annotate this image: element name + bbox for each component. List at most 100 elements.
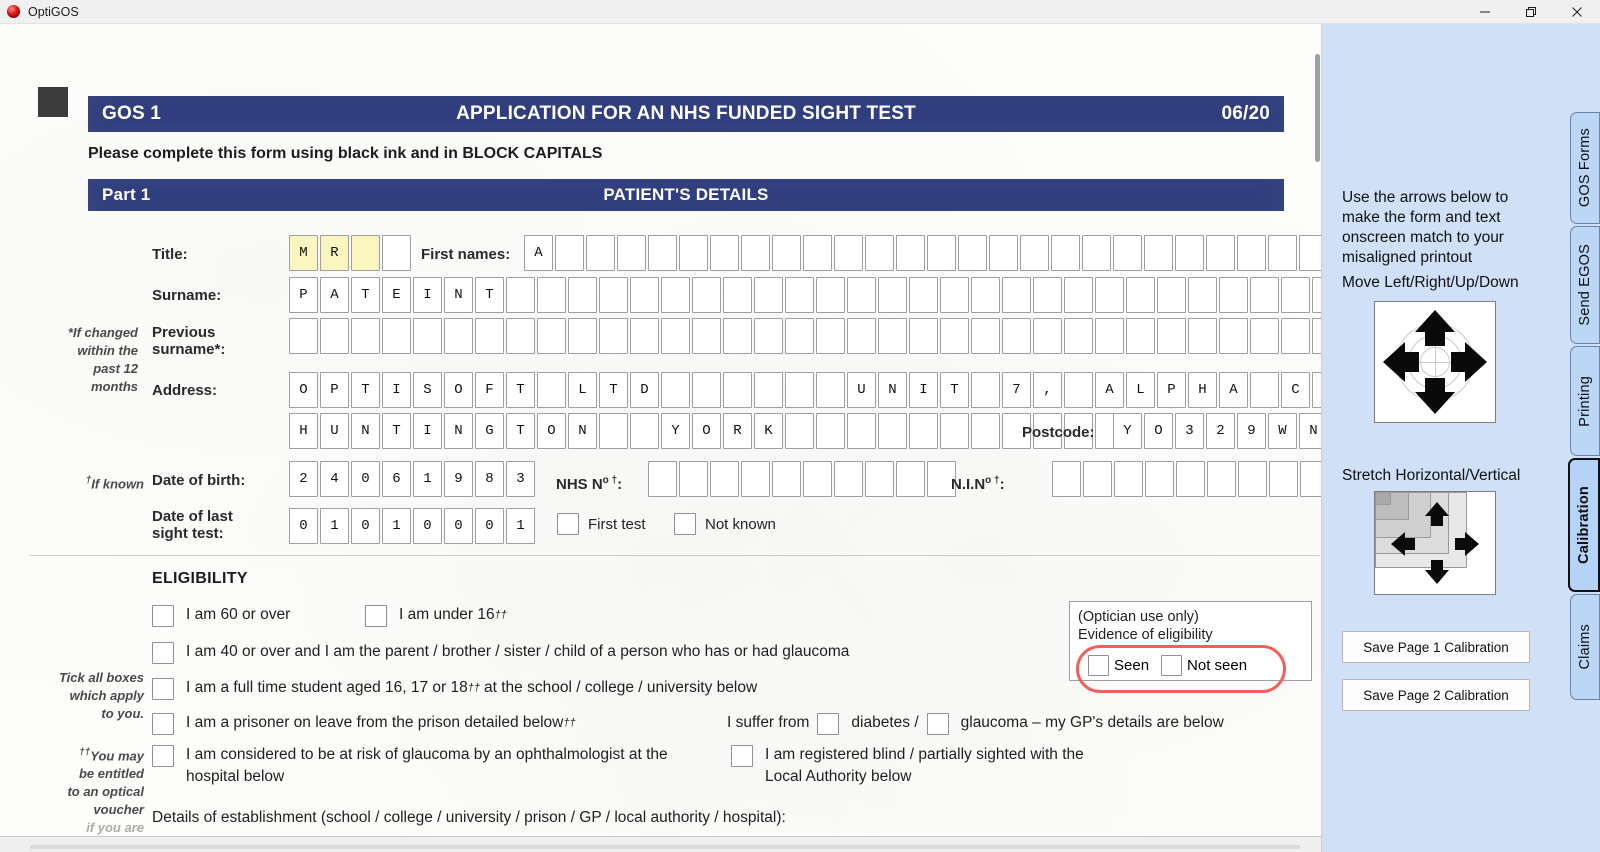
character-cell[interactable]: [1250, 372, 1279, 408]
character-cell[interactable]: [1095, 318, 1124, 354]
eligibility-checkbox-icon[interactable]: [152, 713, 174, 735]
checkbox-first-test[interactable]: First test: [557, 513, 646, 535]
character-cell[interactable]: [661, 372, 690, 408]
registered-blind-checkbox-icon[interactable]: [731, 745, 753, 767]
tab-send-egos[interactable]: Send EGOS: [1570, 226, 1600, 344]
character-cell[interactable]: [1095, 277, 1124, 313]
character-cell[interactable]: Y: [661, 413, 690, 449]
field-first-names[interactable]: A: [524, 235, 1321, 271]
glaucoma-checkbox-icon[interactable]: [926, 713, 949, 735]
character-cell[interactable]: 0: [351, 508, 380, 544]
character-cell[interactable]: 8: [475, 461, 504, 497]
character-cell[interactable]: [971, 318, 1000, 354]
character-cell[interactable]: T: [506, 372, 535, 408]
character-cell[interactable]: 0: [351, 461, 380, 497]
character-cell[interactable]: [958, 235, 987, 271]
character-cell[interactable]: 0: [444, 508, 473, 544]
field-date-of-birth[interactable]: 24061983: [289, 461, 537, 497]
character-cell[interactable]: [927, 235, 956, 271]
character-cell[interactable]: [989, 235, 1018, 271]
character-cell[interactable]: [599, 277, 628, 313]
character-cell[interactable]: N: [878, 372, 907, 408]
character-cell[interactable]: [1144, 235, 1173, 271]
character-cell[interactable]: [1051, 235, 1080, 271]
character-cell[interactable]: C: [1281, 372, 1310, 408]
character-cell[interactable]: 0: [475, 508, 504, 544]
character-cell[interactable]: [475, 318, 504, 354]
character-cell[interactable]: A: [1095, 372, 1124, 408]
character-cell[interactable]: [555, 235, 584, 271]
character-cell[interactable]: [586, 235, 615, 271]
character-cell[interactable]: [785, 277, 814, 313]
character-cell[interactable]: [754, 277, 783, 313]
character-cell[interactable]: 7: [1002, 372, 1031, 408]
character-cell[interactable]: 2: [1206, 413, 1235, 449]
character-cell[interactable]: [1113, 235, 1142, 271]
character-cell[interactable]: [940, 413, 969, 449]
character-cell[interactable]: [382, 318, 411, 354]
character-cell[interactable]: 9: [1237, 413, 1266, 449]
character-cell[interactable]: [971, 277, 1000, 313]
field-nin-number[interactable]: [1052, 461, 1321, 497]
character-cell[interactable]: [940, 277, 969, 313]
character-cell[interactable]: [1064, 277, 1093, 313]
first-test-checkbox-icon[interactable]: [557, 513, 579, 535]
character-cell[interactable]: [909, 318, 938, 354]
not-known-checkbox-icon[interactable]: [674, 513, 696, 535]
character-cell[interactable]: [1238, 461, 1267, 497]
character-cell[interactable]: R: [723, 413, 752, 449]
character-cell[interactable]: [1064, 372, 1093, 408]
character-cell[interactable]: N: [444, 277, 473, 313]
character-cell[interactable]: [909, 413, 938, 449]
character-cell[interactable]: O: [289, 372, 318, 408]
character-cell[interactable]: [537, 318, 566, 354]
eligibility-item-60-or-over[interactable]: I am 60 or over: [152, 604, 290, 627]
character-cell[interactable]: [1052, 461, 1081, 497]
character-cell[interactable]: [444, 318, 473, 354]
character-cell[interactable]: [816, 277, 845, 313]
character-cell[interactable]: [537, 372, 566, 408]
character-cell[interactable]: [679, 235, 708, 271]
checkbox-not-known[interactable]: Not known: [674, 513, 776, 535]
suffer-from-row[interactable]: I suffer from diabetes / glaucoma – my G…: [727, 712, 1224, 735]
character-cell[interactable]: [909, 277, 938, 313]
character-cell[interactable]: [847, 318, 876, 354]
character-cell[interactable]: [834, 235, 863, 271]
character-cell[interactable]: [878, 413, 907, 449]
eligibility-checkbox-icon[interactable]: [152, 745, 174, 767]
character-cell[interactable]: [971, 372, 1000, 408]
character-cell[interactable]: K: [754, 413, 783, 449]
eligibility-item-at-risk-glaucoma[interactable]: I am considered to be at risk of glaucom…: [152, 744, 712, 788]
character-cell[interactable]: [1175, 235, 1204, 271]
character-cell[interactable]: [1157, 318, 1186, 354]
character-cell[interactable]: 3: [506, 461, 535, 497]
tab-calibration[interactable]: Calibration: [1568, 458, 1600, 592]
character-cell[interactable]: P: [320, 372, 349, 408]
character-cell[interactable]: [506, 277, 535, 313]
field-previous-surname[interactable]: [289, 318, 1321, 354]
character-cell[interactable]: [710, 461, 739, 497]
character-cell[interactable]: [723, 372, 752, 408]
character-cell[interactable]: [710, 235, 739, 271]
character-cell[interactable]: [1033, 318, 1062, 354]
character-cell[interactable]: [803, 235, 832, 271]
character-cell[interactable]: [351, 318, 380, 354]
character-cell[interactable]: 1: [382, 508, 411, 544]
character-cell[interactable]: 6: [382, 461, 411, 497]
character-cell[interactable]: F: [475, 372, 504, 408]
stretch-arrows-pad[interactable]: [1374, 491, 1496, 595]
character-cell[interactable]: [896, 235, 925, 271]
character-cell[interactable]: [692, 318, 721, 354]
character-cell[interactable]: D: [630, 372, 659, 408]
tab-gos-forms[interactable]: GOS Forms: [1570, 112, 1600, 224]
character-cell[interactable]: [785, 413, 814, 449]
character-cell[interactable]: [648, 235, 677, 271]
character-cell[interactable]: 3: [1175, 413, 1204, 449]
character-cell[interactable]: [661, 277, 690, 313]
character-cell[interactable]: [816, 372, 845, 408]
character-cell[interactable]: A: [524, 235, 553, 271]
character-cell[interactable]: 1: [320, 508, 349, 544]
character-cell[interactable]: [289, 318, 318, 354]
character-cell[interactable]: [413, 318, 442, 354]
character-cell[interactable]: O: [444, 372, 473, 408]
